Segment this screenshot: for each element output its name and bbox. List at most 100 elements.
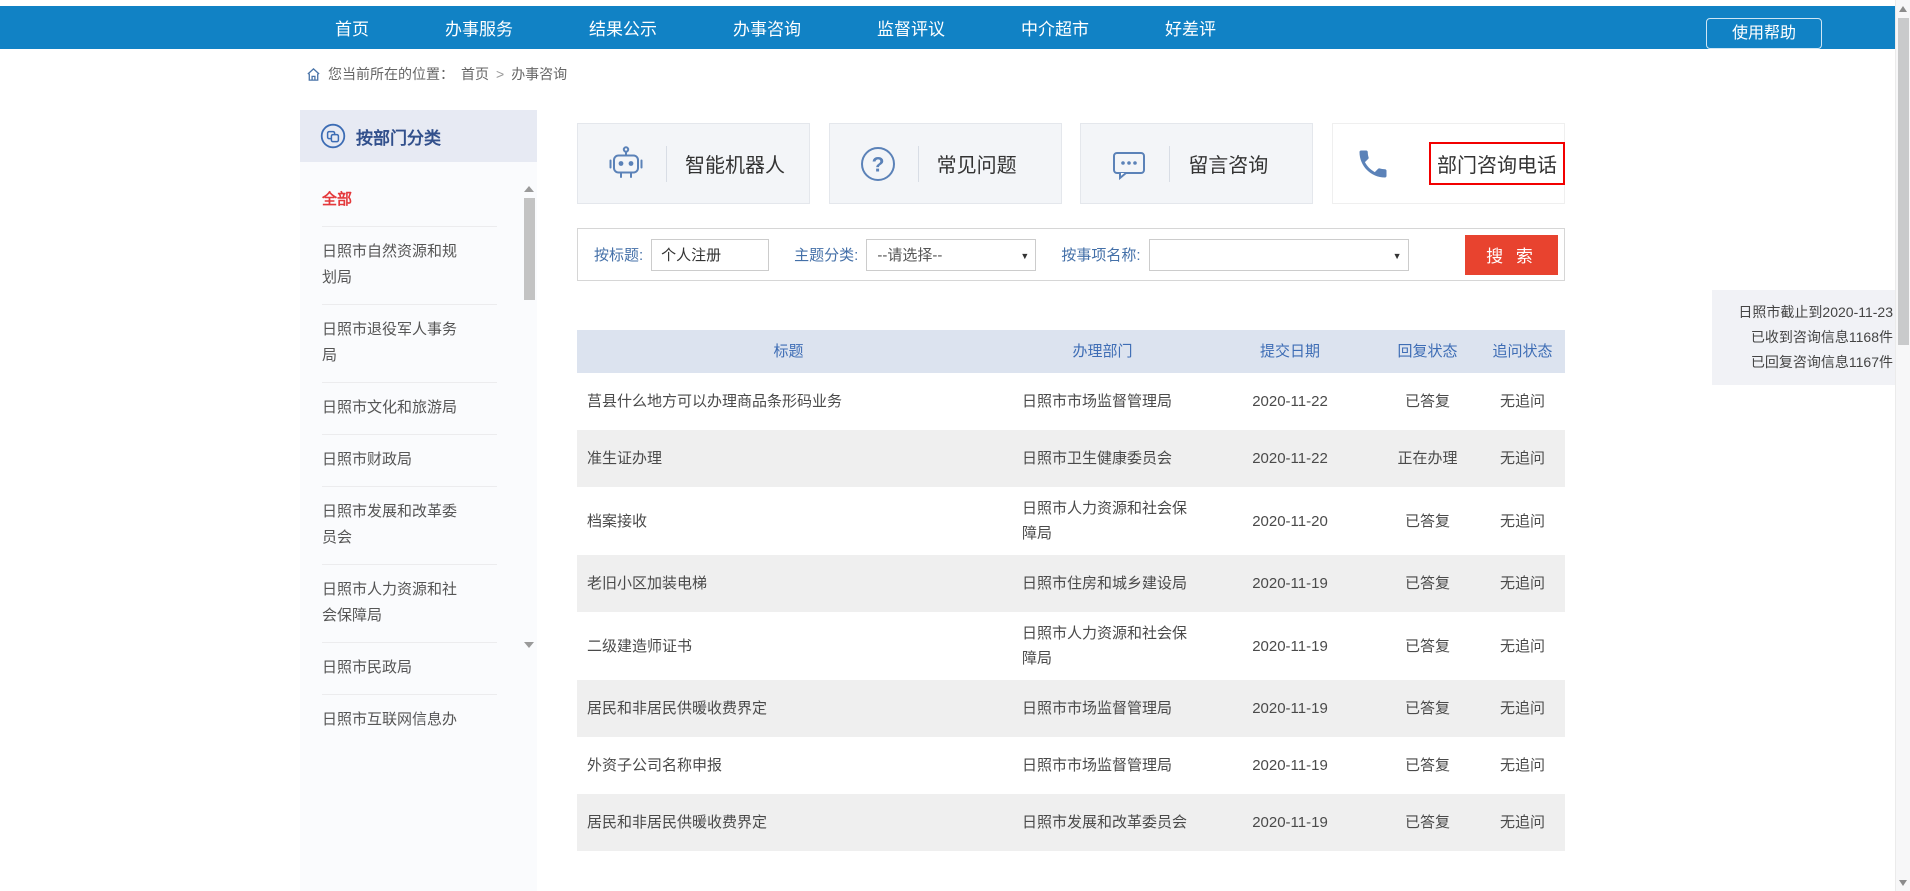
cell-4-0: 二级建造师证书 bbox=[577, 625, 1000, 668]
nav-item-6[interactable]: 好差评 bbox=[1165, 15, 1216, 40]
sidebar-scroll-down-icon[interactable] bbox=[524, 642, 534, 648]
cell-2-4: 无追问 bbox=[1480, 500, 1565, 543]
sidebar-item-4[interactable]: 日照市财政局 bbox=[300, 434, 537, 486]
cell-3-0: 老旧小区加装电梯 bbox=[577, 562, 1000, 605]
tab-department-phone[interactable]: 部门咨询电话 bbox=[1332, 123, 1565, 204]
column-header-1: 办理部门 bbox=[1000, 330, 1205, 373]
cell-0-0: 莒县什么地方可以办理商品条形码业务 bbox=[577, 380, 1000, 423]
nav-item-1[interactable]: 办事服务 bbox=[445, 15, 513, 40]
breadcrumb: 您当前所在的位置： 首页 > 办事咨询 bbox=[306, 64, 567, 84]
table-row-4[interactable]: 二级建造师证书日照市人力资源和社会保障局2020-11-19已答复无追问 bbox=[577, 612, 1565, 680]
item-filter-label: 按事项名称: bbox=[1061, 244, 1140, 265]
table-row-7[interactable]: 居民和非居民供暖收费界定日照市发展和改革委员会2020-11-19已答复无追问 bbox=[577, 794, 1565, 851]
breadcrumb-prefix: 您当前所在的位置： bbox=[328, 64, 454, 84]
consultation-table: 标题办理部门提交日期回复状态追问状态 莒县什么地方可以办理商品条形码业务日照市市… bbox=[577, 330, 1565, 851]
sidebar-item-7[interactable]: 日照市民政局 bbox=[300, 642, 537, 694]
sidebar-scrollbar-thumb[interactable] bbox=[524, 198, 535, 300]
sidebar-title: 按部门分类 bbox=[356, 124, 441, 149]
nav-item-3[interactable]: 办事咨询 bbox=[733, 15, 801, 40]
table-body: 莒县什么地方可以办理商品条形码业务日照市市场监督管理局2020-11-22已答复… bbox=[577, 373, 1565, 851]
tab-faq[interactable]: ? 常见问题 bbox=[829, 123, 1062, 204]
page-scrollbar-thumb[interactable] bbox=[1898, 18, 1909, 345]
sidebar-item-5[interactable]: 日照市发展和改革委员会 bbox=[300, 486, 537, 564]
cell-3-1: 日照市住房和城乡建设局 bbox=[1000, 562, 1205, 605]
nav-item-5[interactable]: 中介超市 bbox=[1021, 15, 1089, 40]
nav-item-4[interactable]: 监督评议 bbox=[877, 15, 945, 40]
help-button[interactable]: 使用帮助 bbox=[1706, 18, 1822, 49]
cell-6-4: 无追问 bbox=[1480, 744, 1565, 787]
table-row-5[interactable]: 居民和非居民供暖收费界定日照市市场监督管理局2020-11-19已答复无追问 bbox=[577, 680, 1565, 737]
consultation-stats-box: 日照市截止到2020-11-23 已收到咨询信息1168件 已回复咨询信息116… bbox=[1712, 290, 1905, 385]
cell-3-3: 已答复 bbox=[1375, 562, 1480, 605]
nav-menu: 首页 办事服务 结果公示 办事咨询 监督评议 中介超市 好差评 bbox=[335, 6, 1216, 49]
cell-0-3: 已答复 bbox=[1375, 380, 1480, 423]
category-select[interactable]: --请选择-- ▼ bbox=[866, 239, 1036, 271]
robot-icon bbox=[606, 144, 646, 184]
department-category-icon bbox=[320, 123, 346, 149]
cell-4-4: 无追问 bbox=[1480, 625, 1565, 668]
sidebar-item-3[interactable]: 日照市文化和旅游局 bbox=[300, 382, 537, 434]
top-navbar: 首页 办事服务 结果公示 办事咨询 监督评议 中介超市 好差评 使用帮助 bbox=[0, 6, 1895, 49]
table-row-0[interactable]: 莒县什么地方可以办理商品条形码业务日照市市场监督管理局2020-11-22已答复… bbox=[577, 373, 1565, 430]
sidebar-item-0[interactable]: 全部 bbox=[300, 174, 537, 226]
stats-line-replied: 已回复咨询信息1167件 bbox=[1724, 350, 1893, 375]
cell-4-2: 2020-11-19 bbox=[1205, 625, 1375, 668]
sidebar-item-2[interactable]: 日照市退役军人事务局 bbox=[300, 304, 537, 382]
search-bar: 按标题: 主题分类: --请选择-- ▼ 按事项名称: ▼ 搜 索 bbox=[577, 228, 1565, 281]
cell-5-4: 无追问 bbox=[1480, 687, 1565, 730]
nav-item-2[interactable]: 结果公示 bbox=[589, 15, 657, 40]
column-header-4: 追问状态 bbox=[1480, 330, 1565, 373]
breadcrumb-current: 办事咨询 bbox=[511, 64, 567, 84]
breadcrumb-home-link[interactable]: 首页 bbox=[461, 64, 489, 84]
cell-5-0: 居民和非居民供暖收费界定 bbox=[577, 687, 1000, 730]
sidebar-item-8[interactable]: 日照市互联网信息办 bbox=[300, 694, 537, 746]
cell-0-1: 日照市市场监督管理局 bbox=[1000, 380, 1205, 423]
item-name-select[interactable]: ▼ bbox=[1149, 239, 1409, 271]
scroll-up-icon[interactable] bbox=[1899, 6, 1907, 12]
message-icon bbox=[1109, 144, 1149, 184]
breadcrumb-separator: > bbox=[496, 66, 504, 82]
cell-1-4: 无追问 bbox=[1480, 437, 1565, 480]
cell-5-2: 2020-11-19 bbox=[1205, 687, 1375, 730]
cell-4-1: 日照市人力资源和社会保障局 bbox=[1000, 612, 1205, 680]
cell-2-0: 档案接收 bbox=[577, 500, 1000, 543]
stats-line-received: 已收到咨询信息1168件 bbox=[1724, 325, 1893, 350]
tab-label: 留言咨询 bbox=[1188, 149, 1268, 178]
cell-2-1: 日照市人力资源和社会保障局 bbox=[1000, 487, 1205, 555]
page-scrollbar[interactable] bbox=[1895, 0, 1910, 891]
sidebar-header: 按部门分类 bbox=[300, 110, 537, 162]
tab-label: 常见问题 bbox=[937, 149, 1017, 178]
tab-smart-robot[interactable]: 智能机器人 bbox=[577, 123, 810, 204]
cell-0-2: 2020-11-22 bbox=[1205, 380, 1375, 423]
table-header-row: 标题办理部门提交日期回复状态追问状态 bbox=[577, 330, 1565, 373]
home-icon bbox=[306, 67, 321, 82]
tab-message-consult[interactable]: 留言咨询 bbox=[1080, 123, 1313, 204]
column-header-0: 标题 bbox=[577, 330, 1000, 373]
sidebar-scroll-up-icon[interactable] bbox=[524, 186, 534, 192]
table-row-6[interactable]: 外资子公司名称申报日照市市场监督管理局2020-11-19已答复无追问 bbox=[577, 737, 1565, 794]
cell-1-2: 2020-11-22 bbox=[1205, 437, 1375, 480]
svg-text:?: ? bbox=[871, 153, 884, 176]
table-row-1[interactable]: 准生证办理日照市卫生健康委员会2020-11-22正在办理无追问 bbox=[577, 430, 1565, 487]
cell-6-1: 日照市市场监督管理局 bbox=[1000, 744, 1205, 787]
column-header-2: 提交日期 bbox=[1205, 330, 1375, 373]
tab-label-highlighted: 部门咨询电话 bbox=[1429, 142, 1565, 185]
title-filter-label: 按标题: bbox=[594, 244, 643, 265]
cell-2-2: 2020-11-20 bbox=[1205, 500, 1375, 543]
title-search-input[interactable] bbox=[651, 239, 769, 271]
tab-divider bbox=[666, 146, 667, 182]
tab-divider bbox=[1169, 146, 1170, 182]
tab-label: 智能机器人 bbox=[685, 149, 785, 178]
nav-item-0[interactable]: 首页 bbox=[335, 15, 369, 40]
table-row-2[interactable]: 档案接收日照市人力资源和社会保障局2020-11-20已答复无追问 bbox=[577, 487, 1565, 555]
tab-divider bbox=[918, 146, 919, 182]
sidebar-item-6[interactable]: 日照市人力资源和社会保障局 bbox=[300, 564, 537, 642]
phone-icon bbox=[1355, 146, 1391, 182]
search-button[interactable]: 搜 索 bbox=[1465, 235, 1558, 275]
cell-7-3: 已答复 bbox=[1375, 801, 1480, 844]
table-row-3[interactable]: 老旧小区加装电梯日照市住房和城乡建设局2020-11-19已答复无追问 bbox=[577, 555, 1565, 612]
scroll-down-icon[interactable] bbox=[1899, 880, 1907, 886]
cell-5-1: 日照市市场监督管理局 bbox=[1000, 687, 1205, 730]
sidebar-item-1[interactable]: 日照市自然资源和规划局 bbox=[300, 226, 537, 304]
cell-7-0: 居民和非居民供暖收费界定 bbox=[577, 801, 1000, 844]
